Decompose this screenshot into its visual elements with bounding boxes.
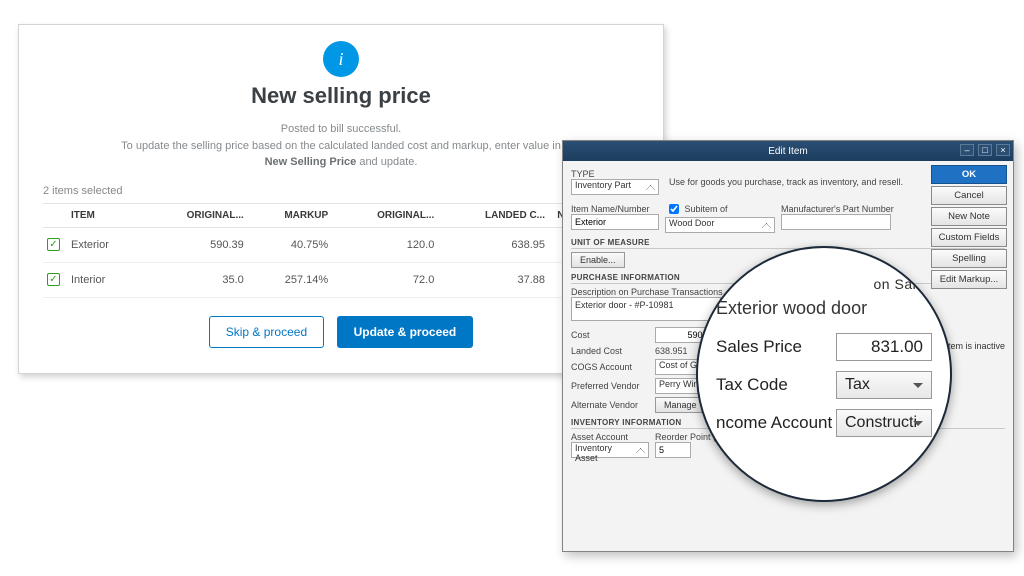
income-account-dropdown[interactable]: Constructi: [836, 409, 932, 437]
custom-fields-button[interactable]: Custom Fields: [931, 228, 1007, 247]
minimize-icon[interactable]: –: [960, 144, 974, 156]
window-titlebar[interactable]: Edit Item – □ ×: [563, 141, 1013, 161]
new-note-button[interactable]: New Note: [931, 207, 1007, 226]
subitem-dropdown[interactable]: Wood Door: [665, 217, 775, 233]
info-icon: i: [323, 41, 359, 77]
cell-landed: 37.88: [438, 262, 549, 297]
subtitle-line2a: To update the selling price based on the…: [121, 140, 561, 152]
ok-button[interactable]: OK: [931, 165, 1007, 184]
items-table: ITEM ORIGINAL... MARKUP ORIGINAL... LAND…: [43, 203, 639, 298]
item-name-input[interactable]: [571, 214, 659, 230]
table-row: ✓ Exterior 590.39 40.75% 120.0 638.95: [43, 227, 639, 262]
alternate-vendor-label: Alternate Vendor: [571, 400, 649, 410]
cell-item: Interior: [67, 262, 142, 297]
cell-markup: 257.14%: [248, 262, 332, 297]
table-row: ✓ Interior 35.0 257.14% 72.0 37.88: [43, 262, 639, 297]
lens-description: Exterior wood door: [716, 298, 932, 319]
cell-landed: 638.95: [438, 227, 549, 262]
dialog-subtitle: Posted to bill successful. To update the…: [43, 121, 639, 171]
subtitle-line2b: and update.: [356, 156, 417, 168]
spelling-button[interactable]: Spelling: [931, 249, 1007, 268]
side-button-column: OK Cancel New Note Custom Fields Spellin…: [931, 165, 1007, 289]
sales-price-value[interactable]: 831.00: [836, 333, 932, 361]
close-icon[interactable]: ×: [996, 144, 1010, 156]
mpn-label: Manufacturer's Part Number: [781, 204, 894, 214]
enable-uom-button[interactable]: Enable...: [571, 252, 625, 268]
cell-original: 590.39: [142, 227, 248, 262]
type-dropdown[interactable]: Inventory Part: [571, 179, 659, 195]
income-account-label: ncome Account: [716, 413, 832, 433]
cogs-label: COGS Account: [571, 362, 649, 372]
sales-price-label: Sales Price: [716, 337, 802, 357]
cell-item: Exterior: [67, 227, 142, 262]
col-original2: ORIGINAL...: [332, 203, 438, 227]
cell-markup: 40.75%: [248, 227, 332, 262]
col-original: ORIGINAL...: [142, 203, 248, 227]
cost-label: Cost: [571, 330, 649, 340]
tax-code-label: Tax Code: [716, 375, 788, 395]
subtitle-bold: New Selling Price: [265, 156, 357, 168]
type-label: TYPE: [571, 169, 663, 179]
window-title: Edit Item: [768, 146, 807, 157]
subtitle-line1: Posted to bill successful.: [281, 123, 401, 135]
skip-proceed-button[interactable]: Skip & proceed: [209, 316, 324, 348]
purchase-desc-input[interactable]: Exterior door - #P-10981: [571, 297, 721, 321]
item-name-label: Item Name/Number: [571, 204, 659, 214]
row-checkbox[interactable]: ✓: [47, 273, 60, 286]
cell-original: 35.0: [142, 262, 248, 297]
col-markup: MARKUP: [248, 203, 332, 227]
subitem-label: Subitem of: [685, 204, 728, 214]
tax-code-dropdown[interactable]: Tax: [836, 371, 932, 399]
row-checkbox[interactable]: ✓: [47, 238, 60, 251]
col-landed: LANDED C...: [438, 203, 549, 227]
edit-markup-button[interactable]: Edit Markup...: [931, 270, 1007, 289]
maximize-icon[interactable]: □: [978, 144, 992, 156]
col-item: ITEM: [67, 203, 142, 227]
asset-account-dropdown[interactable]: Inventory Asset: [571, 442, 649, 458]
cell-original2: 72.0: [332, 262, 438, 297]
landed-cost-label: Landed Cost: [571, 346, 649, 356]
mpn-input[interactable]: [781, 214, 891, 230]
lens-frag-top: on Sales: [716, 276, 932, 292]
dialog-title: New selling price: [43, 83, 639, 109]
update-proceed-button[interactable]: Update & proceed: [337, 316, 474, 348]
cell-original2: 120.0: [332, 227, 438, 262]
landed-cost-value: 638.951: [655, 346, 688, 356]
zoom-lens: on Sales Exterior wood door Sales Price …: [696, 246, 952, 502]
cancel-button[interactable]: Cancel: [931, 186, 1007, 205]
preferred-vendor-label: Preferred Vendor: [571, 381, 649, 391]
asset-account-label: Asset Account: [571, 432, 649, 442]
subitem-checkbox[interactable]: [669, 204, 679, 214]
selected-count: 2 items selected: [43, 185, 639, 197]
reorder-input[interactable]: [655, 442, 691, 458]
